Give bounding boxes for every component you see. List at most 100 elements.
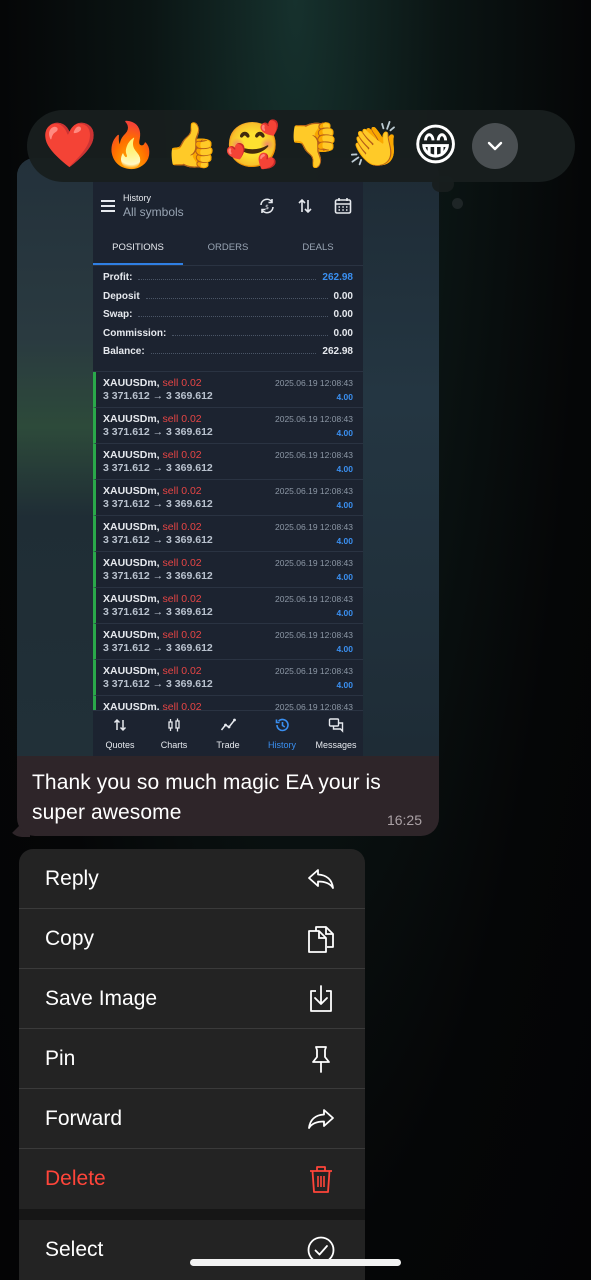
menu-label: Copy	[45, 926, 95, 950]
summary-label: Swap:	[103, 309, 133, 321]
nav-quotes[interactable]: Quotes	[93, 711, 147, 756]
trade-profit: 4.00	[336, 643, 353, 654]
pin-menu-item[interactable]: Pin	[19, 1029, 365, 1089]
trade-row[interactable]: XAUUSDm, sell 0.02 3 371.612 → 3 369.612 2…	[93, 479, 363, 516]
nav-trade[interactable]: Trade	[201, 711, 255, 756]
trade-profit: 4.00	[336, 535, 353, 546]
pin-icon	[312, 1045, 330, 1073]
bottom-nav: Quotes Charts Trade History Messages	[93, 710, 363, 756]
trade-row[interactable]: XAUUSDm, sell 0.02 3 371.612 → 3 369.612 2…	[93, 587, 363, 624]
trade-symbol: XAUUSDm,	[103, 664, 160, 677]
trade-date: 2025.06.19 12:08:43	[275, 413, 353, 424]
trade-profit: 4.00	[336, 391, 353, 402]
message-text: Thank you so much magic EA your is super…	[32, 771, 381, 824]
trade-action: sell 0.02	[162, 484, 202, 497]
nav-history[interactable]: History	[255, 711, 309, 756]
trade-date: 2025.06.19 12:08:43	[275, 557, 353, 568]
trade-icon	[220, 718, 236, 731]
reaction-clap[interactable]: 👏	[344, 116, 405, 176]
save-image-menu-item[interactable]: Save Image	[19, 969, 365, 1029]
trade-profit: 4.00	[336, 427, 353, 438]
download-icon	[310, 984, 332, 1012]
menu-label: Forward	[45, 1106, 123, 1130]
reaction-thumbs-down[interactable]: 👎	[283, 116, 344, 176]
trade-action: sell 0.02	[162, 556, 202, 569]
reply-icon	[308, 868, 334, 889]
menu-label: Save Image	[45, 986, 158, 1010]
attached-screenshot[interactable]: History All symbols $ POSITIONS ORDERS D…	[93, 180, 363, 756]
nav-label: Messages	[315, 740, 357, 750]
trade-prices: 3 371.612 → 3 369.612	[103, 425, 213, 438]
shot-header: History All symbols $	[93, 180, 363, 232]
trade-row[interactable]: XAUUSDm, sell 0.02 3 371.612 → 3 369.612 2…	[93, 407, 363, 444]
trade-row[interactable]: XAUUSDm, sell 0.02 3 371.612 → 3 369.612 2…	[93, 659, 363, 696]
reaction-bar: ❤️ 🔥 👍 🥰 👎 👏 😁	[27, 110, 575, 182]
summary-label: Deposit	[103, 290, 140, 302]
trade-profit: 4.00	[336, 463, 353, 474]
copy-icon	[308, 925, 334, 953]
reaction-heart[interactable]: ❤️	[39, 116, 100, 176]
summary-value: 0.00	[333, 290, 353, 302]
nav-label: Charts	[160, 740, 188, 750]
trade-symbol: XAUUSDm,	[103, 628, 160, 641]
trade-date: 2025.06.19 12:08:43	[275, 485, 353, 496]
trade-date: 2025.06.19 12:08:43	[275, 593, 353, 604]
summary-row-swap: Swap: 0.00	[103, 309, 353, 328]
trade-action: sell 0.02	[162, 628, 202, 641]
summary-value: 0.00	[333, 327, 353, 339]
summary-row-commission: Commission: 0.00	[103, 328, 353, 347]
trade-symbol: XAUUSDm,	[103, 592, 160, 605]
tab-deals[interactable]: DEALS	[273, 232, 363, 265]
nav-label: Trade	[216, 740, 240, 750]
sort-icon	[298, 198, 312, 214]
select-menu-item[interactable]: Select	[19, 1220, 365, 1280]
trade-list: XAUUSDm, sell 0.02 3 371.612 → 3 369.612 2…	[93, 371, 363, 732]
trade-row[interactable]: XAUUSDm, sell 0.02 3 371.612 → 3 369.612 2…	[93, 551, 363, 588]
trade-row[interactable]: XAUUSDm, sell 0.02 3 371.612 → 3 369.612 2…	[93, 623, 363, 660]
home-indicator[interactable]	[190, 1259, 401, 1266]
menu-separator	[19, 1209, 365, 1220]
summary-value: 0.00	[333, 309, 353, 321]
copy-menu-item[interactable]: Copy	[19, 909, 365, 969]
trade-action: sell 0.02	[162, 376, 202, 389]
trade-symbol: XAUUSDm,	[103, 484, 160, 497]
reaction-grin[interactable]: 😁	[405, 116, 466, 176]
svg-text:$: $	[265, 204, 269, 211]
trade-action: sell 0.02	[162, 412, 202, 425]
trade-prices: 3 371.612 → 3 369.612	[103, 605, 213, 618]
reaction-thumbs-up[interactable]: 👍	[161, 116, 222, 176]
trade-symbol: XAUUSDm,	[103, 556, 160, 569]
reply-menu-item[interactable]: Reply	[19, 849, 365, 909]
delete-menu-item[interactable]: Delete	[19, 1149, 365, 1209]
nav-label: History	[267, 740, 296, 750]
nav-charts[interactable]: Charts	[147, 711, 201, 756]
sync-icon: $	[260, 198, 274, 214]
more-reactions-button[interactable]	[472, 123, 518, 169]
reaction-fire[interactable]: 🔥	[100, 116, 161, 176]
trade-profit: 4.00	[336, 607, 353, 618]
forward-menu-item[interactable]: Forward	[19, 1089, 365, 1149]
trade-profit: 4.00	[336, 571, 353, 582]
message-bubble[interactable]: History All symbols $ POSITIONS ORDERS D…	[17, 158, 439, 836]
summary-row-balance: Balance: 262.98	[103, 346, 353, 365]
summary-label: Profit:	[103, 272, 133, 283]
photo-blur-right	[363, 158, 439, 756]
trade-action: sell 0.02	[162, 520, 202, 533]
nav-messages[interactable]: Messages	[309, 711, 363, 756]
trade-row[interactable]: XAUUSDm, sell 0.02 3 371.612 → 3 369.612 2…	[93, 515, 363, 552]
trade-row[interactable]: XAUUSDm, sell 0.02 3 371.612 → 3 369.612 2…	[93, 443, 363, 480]
quotes-icon	[113, 718, 127, 732]
trade-row[interactable]: XAUUSDm, sell 0.02 3 371.612 → 3 369.612 2…	[93, 371, 363, 408]
reaction-bar-tail-dot	[452, 198, 463, 209]
trade-prices: 3 371.612 → 3 369.612	[103, 677, 213, 690]
tab-orders[interactable]: ORDERS	[183, 232, 273, 265]
candles-icon	[168, 718, 180, 732]
tab-positions[interactable]: POSITIONS	[93, 232, 183, 265]
menu-icon	[101, 200, 115, 212]
trade-action: sell 0.02	[162, 664, 202, 677]
reaction-smiling-hearts[interactable]: 🥰	[222, 116, 283, 176]
summary-label: Balance:	[103, 346, 145, 358]
context-menu: Reply Copy Save Image Pin Forward Delete…	[19, 849, 365, 1280]
trade-symbol: XAUUSDm,	[103, 376, 160, 389]
forward-icon	[308, 1108, 334, 1129]
